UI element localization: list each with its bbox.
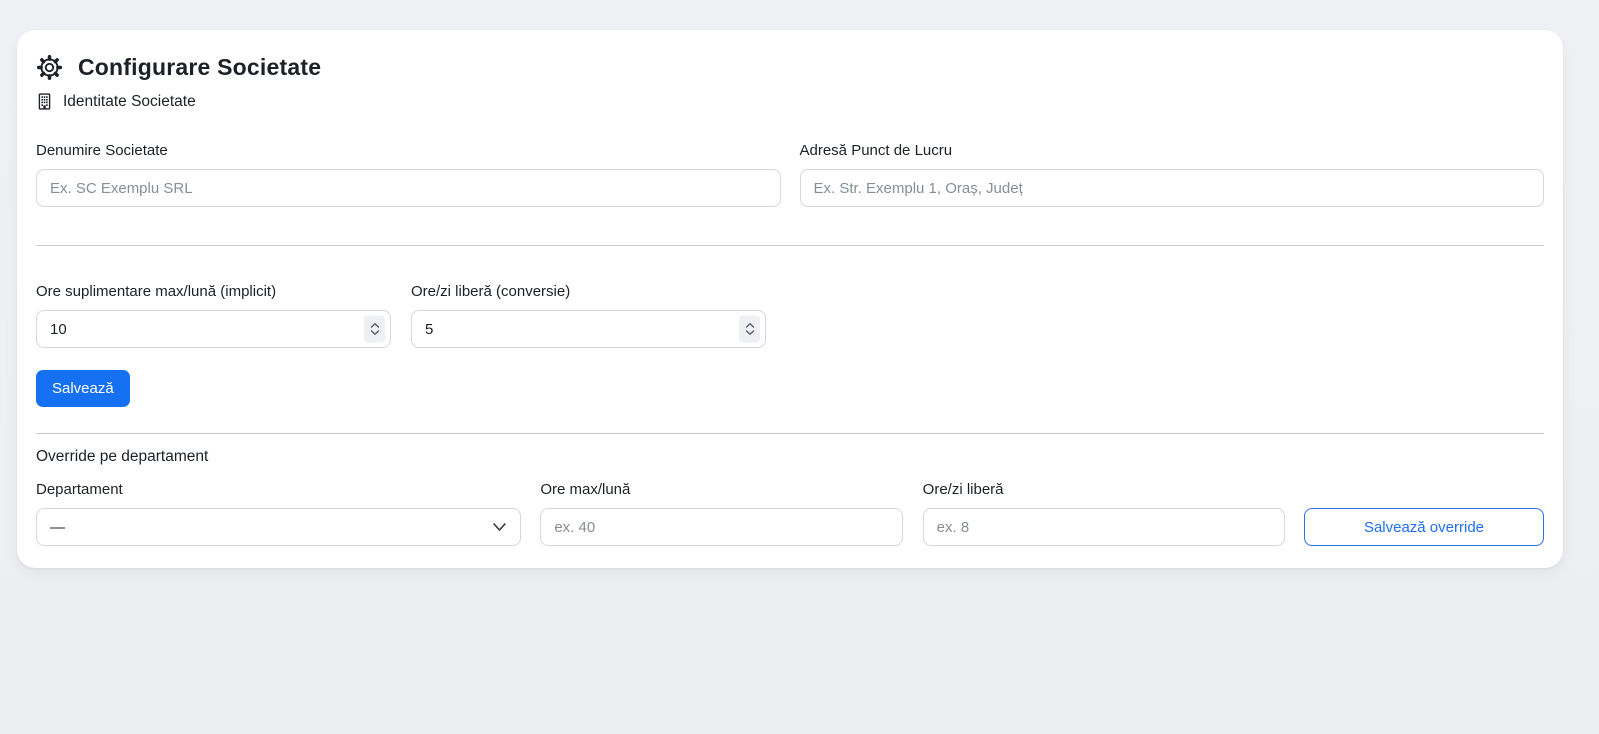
override-save-field: Salvează override [1304, 508, 1544, 546]
override-max-hours-input[interactable] [540, 508, 903, 546]
page-title: Configurare Societate [78, 54, 321, 81]
free-day-hours-label: Ore/zi liberă (conversie) [411, 282, 766, 302]
company-name-input[interactable] [36, 169, 781, 207]
card-header: Configurare Societate [36, 52, 1544, 82]
config-card: Configurare Societate Identitate Societa… [17, 30, 1563, 568]
overtime-row: Ore suplimentare max/lună (implicit) Ore… [36, 282, 1544, 348]
section-divider [36, 433, 1544, 434]
company-name-field: Denumire Societate [36, 141, 781, 207]
save-override-button[interactable]: Salvează override [1304, 508, 1544, 546]
company-name-label: Denumire Societate [36, 141, 781, 161]
gear-icon [36, 54, 63, 81]
override-free-day-field: Ore/zi liberă [923, 480, 1285, 546]
number-spinner[interactable] [364, 316, 385, 343]
address-label: Adresă Punct de Lucru [800, 141, 1545, 161]
building-icon [36, 93, 53, 110]
number-spinner[interactable] [739, 316, 760, 343]
override-row: Departament — Ore max/lună Ore/zi liberă [36, 480, 1544, 546]
save-button[interactable]: Salvează [36, 370, 130, 407]
max-overtime-input[interactable] [36, 310, 391, 348]
department-field: Departament — [36, 480, 521, 546]
max-overtime-field: Ore suplimentare max/lună (implicit) [36, 282, 391, 348]
page-background: Configurare Societate Identitate Societa… [0, 0, 1599, 734]
override-free-day-input[interactable] [923, 508, 1285, 546]
override-section-title: Override pe departament [36, 446, 1544, 467]
card-subheader: Identitate Societate [36, 91, 1544, 112]
department-select[interactable]: — [36, 508, 521, 546]
free-day-hours-input[interactable] [411, 310, 766, 348]
section-divider [36, 245, 1544, 246]
override-free-day-label: Ore/zi liberă [923, 480, 1285, 500]
max-overtime-label: Ore suplimentare max/lună (implicit) [36, 282, 391, 302]
identity-row: Denumire Societate Adresă Punct de Lucru [36, 141, 1544, 207]
address-input[interactable] [800, 169, 1545, 207]
override-max-hours-label: Ore max/lună [540, 480, 903, 500]
department-label: Departament [36, 480, 521, 500]
address-field: Adresă Punct de Lucru [800, 141, 1545, 207]
override-max-hours-field: Ore max/lună [540, 480, 903, 546]
free-day-hours-field: Ore/zi liberă (conversie) [411, 282, 766, 348]
section-subtitle: Identitate Societate [63, 93, 196, 111]
